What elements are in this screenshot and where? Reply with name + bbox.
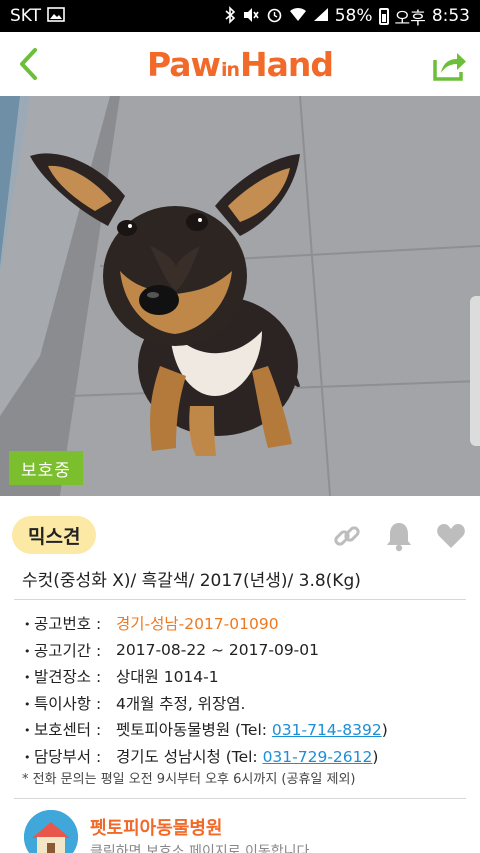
call-hours-note: * 전화 문의는 평일 오전 9시부터 오후 6시까지 (공휴일 제외) [22,772,356,787]
link-button[interactable] [332,520,362,552]
detail-value: 펫토피아동물병원 (Tel: 031-714-8392) [116,718,388,740]
center-tel-prefix: (Tel: [235,721,272,740]
detail-row-notice-period: 공고기간 : 2017-08-22 ~ 2017-09-01 [24,637,470,664]
notification-button[interactable] [384,520,414,552]
bluetooth-icon [224,5,236,27]
divider-bottom [14,798,466,799]
detail-label: 공고번호 : [24,612,116,634]
mute-icon [242,7,260,26]
detail-row-notes: 특이사항 : 4개월 추정, 위장염. [24,690,470,717]
carrier-label: SKT [10,6,42,26]
dog-image [0,96,480,496]
photo-scroll-handle[interactable] [470,296,480,446]
logo-text-paw: Paw [146,44,221,84]
back-button[interactable] [6,42,50,86]
share-button[interactable] [428,44,472,86]
bell-icon [387,523,411,552]
shelter-house-icon [24,810,78,853]
detail-value: 4개월 추정, 위장염. [116,694,246,713]
shelter-name: 펫토피아동물병원 [90,818,223,839]
status-right: 58% 오후 8:53 [224,4,470,29]
center-name: 펫토피아동물병원 [116,721,231,740]
center-phone-link[interactable]: 031-714-8392 [272,721,382,739]
shelter-subtitle: 클릭하면 보호소 페이지로 이동합니다 [90,844,310,853]
department-tel-suffix: ) [372,747,379,766]
detail-value: 상대원 1014-1 [116,668,219,687]
detail-label: 특이사항 : [24,692,116,714]
detail-label: 보호센터 : [24,718,116,740]
pet-photo[interactable] [0,96,480,496]
detail-label: 담당부서 : [24,745,116,767]
heart-icon [437,524,465,548]
detail-value: 경기-성남-2017-01090 [116,615,279,634]
battery-percent: 58% [334,6,373,26]
details-list: 공고번호 : 경기-성남-2017-01090 공고기간 : 2017-08-2… [24,610,470,769]
status-left: SKT [10,6,65,26]
battery-icon [378,7,389,25]
wifi-icon [289,7,307,25]
department-name: 경기도 성남시청 [116,747,221,766]
detail-label: 발견장소 : [24,665,116,687]
detail-value: 경기도 성남시청 (Tel: 031-729-2612) [116,745,378,767]
chevron-left-icon [20,48,37,80]
signal-icon [313,7,329,25]
breed-chip: 믹스견 [12,516,97,554]
department-phone-link[interactable]: 031-729-2612 [263,748,373,766]
center-tel-suffix: ) [381,721,388,740]
action-icons [332,520,466,552]
detail-row-notice-number: 공고번호 : 경기-성남-2017-01090 [24,610,470,637]
image-icon [47,7,65,25]
detail-row-found-place: 발견장소 : 상대원 1014-1 [24,663,470,690]
pet-summary: 수컷(중성화 X)/ 흑갈색/ 2017(년생)/ 3.8(Kg) [22,571,361,591]
protection-status-badge: 보호중 [9,451,83,485]
shelter-card[interactable]: 펫토피아동물병원 클릭하면 보호소 페이지로 이동합니다 [0,800,480,853]
detail-row-center: 보호센터 : 펫토피아동물병원 (Tel: 031-714-8392) [24,716,470,743]
department-tel-prefix: (Tel: [225,747,263,766]
app-header: Paw in Hand [0,32,480,96]
status-time: 8:53 [431,6,470,26]
alarm-icon [266,6,283,26]
detail-value: 2017-08-22 ~ 2017-09-01 [116,640,319,659]
detail-row-department: 담당부서 : 경기도 성남시청 (Tel: 031-729-2612) [24,743,470,770]
link-icon [334,526,360,546]
share-icon [433,53,466,81]
logo-text-hand: Hand [240,44,334,84]
divider-top [14,599,466,600]
detail-label: 공고기간 : [24,639,116,661]
logo-text-in: in [221,58,240,81]
app-logo: Paw in Hand [146,44,334,84]
favorite-button[interactable] [436,520,466,552]
status-ampm: 오후 [394,8,426,29]
status-bar: SKT 58% 오후 8:53 [0,0,480,32]
